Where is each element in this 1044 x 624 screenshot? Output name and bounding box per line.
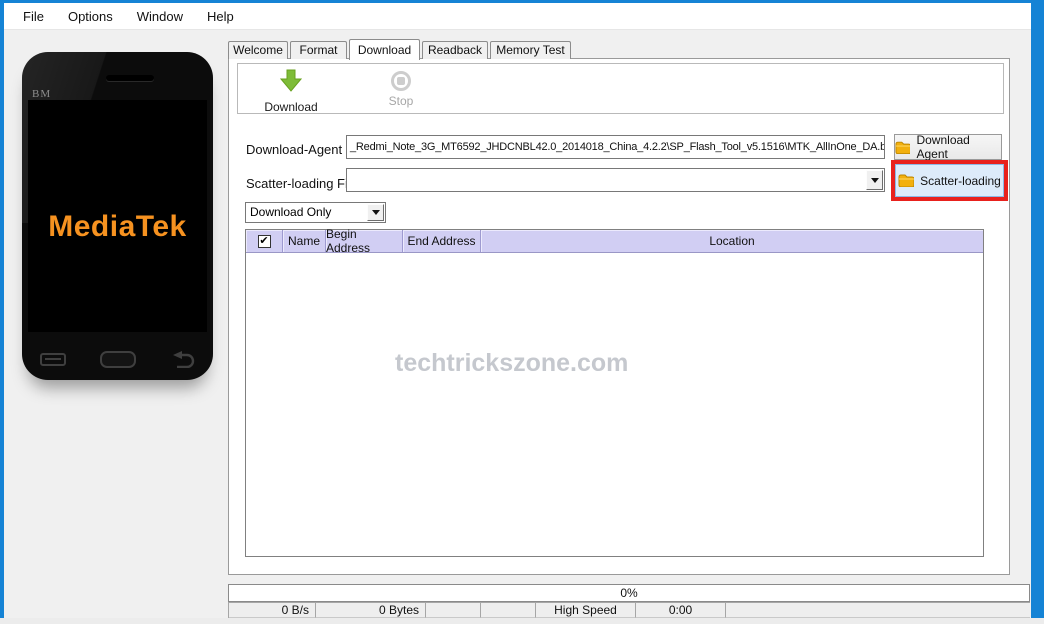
download-tool-label: Download	[264, 100, 318, 114]
download-icon	[279, 69, 303, 92]
phone-nav-keys	[22, 342, 213, 376]
table-header-name[interactable]: Name	[283, 230, 326, 252]
tab-format[interactable]: Format	[290, 41, 347, 59]
scatter-loading-button-label: Scatter-loading	[920, 173, 1001, 188]
scatter-file-label: Scatter-loading File	[246, 176, 358, 191]
app-window: File Options Window Help BM MediaTek Dow…	[0, 0, 1044, 624]
window-bottom-strip	[0, 618, 1044, 624]
tabbar: Welcome Format Download Readback Memory …	[228, 38, 571, 60]
select-all-checkbox[interactable]: ✔	[257, 234, 271, 248]
tab-readback[interactable]: Readback	[422, 41, 488, 59]
table-body	[246, 253, 983, 558]
table-header-location[interactable]: Location	[481, 230, 983, 252]
dropdown-arrow-icon	[371, 210, 380, 215]
folder-icon	[898, 174, 915, 187]
tab-memory-test[interactable]: Memory Test	[490, 41, 571, 59]
phone-screen: MediaTek	[28, 100, 207, 332]
tab-panel: Download Stop Download-Agent _Redmi_Note…	[228, 58, 1010, 575]
status-cell-3	[426, 603, 481, 618]
folder-icon	[895, 141, 911, 154]
progress-bar: 0%	[228, 584, 1030, 602]
phone-corner-label: BM	[32, 88, 52, 100]
stop-tool-button[interactable]: Stop	[356, 69, 446, 108]
table-header-row: ✔ Name Begin Address End Address Locatio…	[246, 227, 983, 255]
menu-item-options[interactable]: Options	[57, 5, 124, 28]
status-cell-7	[726, 603, 1030, 618]
mode-select-dropdown-button[interactable]	[367, 204, 384, 221]
menu-item-window[interactable]: Window	[126, 5, 194, 28]
mode-select-value: Download Only	[250, 205, 332, 219]
scatter-file-dropdown-button[interactable]	[866, 170, 883, 190]
menu-item-file[interactable]: File	[12, 5, 55, 28]
dropdown-arrow-icon	[870, 177, 879, 183]
scatter-loading-button[interactable]: Scatter-loading	[895, 164, 1004, 197]
stop-tool-label: Stop	[388, 94, 414, 108]
window-border-right	[1031, 0, 1044, 618]
table-header-begin-address[interactable]: Begin Address	[326, 227, 403, 255]
phone-graphic: BM MediaTek	[22, 52, 213, 380]
menu-item-help[interactable]: Help	[196, 5, 245, 28]
table-header-end-address[interactable]: End Address	[403, 230, 481, 252]
statusbar: 0 B/s 0 Bytes High Speed 0:00	[228, 602, 1030, 618]
menu-key-icon	[39, 352, 66, 366]
download-tool-button[interactable]: Download	[246, 69, 336, 114]
scatter-file-combobox[interactable]	[346, 168, 885, 192]
highlight-box: Scatter-loading	[891, 160, 1008, 201]
back-key-icon	[172, 351, 194, 368]
partition-table: ✔ Name Begin Address End Address Locatio…	[245, 227, 984, 558]
watermark-text: techtrickszone.com	[395, 349, 629, 377]
status-time: 0:00	[636, 603, 726, 618]
toolbar: Download Stop	[237, 63, 1004, 114]
status-bytes: 0 Bytes	[316, 603, 426, 618]
tab-download[interactable]: Download	[349, 39, 420, 60]
download-agent-label: Download-Agent	[246, 142, 343, 157]
status-connection-mode: High Speed	[536, 603, 636, 618]
window-border-left	[0, 0, 4, 618]
table-header-checkbox-cell: ✔	[246, 230, 283, 252]
download-agent-button-label: Download Agent	[916, 133, 970, 161]
status-cell-4	[481, 603, 536, 618]
phone-brand-text: MediaTek	[48, 210, 187, 243]
mode-select[interactable]: Download Only	[245, 202, 386, 223]
earpiece-icon	[106, 75, 154, 81]
stop-icon	[391, 71, 411, 91]
download-agent-input[interactable]: _Redmi_Note_3G_MT6592_JHDCNBL42.0_201401…	[346, 135, 885, 159]
home-key-icon	[99, 350, 136, 368]
download-agent-button[interactable]: Download Agent	[894, 133, 1002, 161]
status-speed: 0 B/s	[229, 603, 316, 618]
menubar: File Options Window Help	[4, 3, 1031, 30]
tab-welcome[interactable]: Welcome	[228, 41, 288, 59]
